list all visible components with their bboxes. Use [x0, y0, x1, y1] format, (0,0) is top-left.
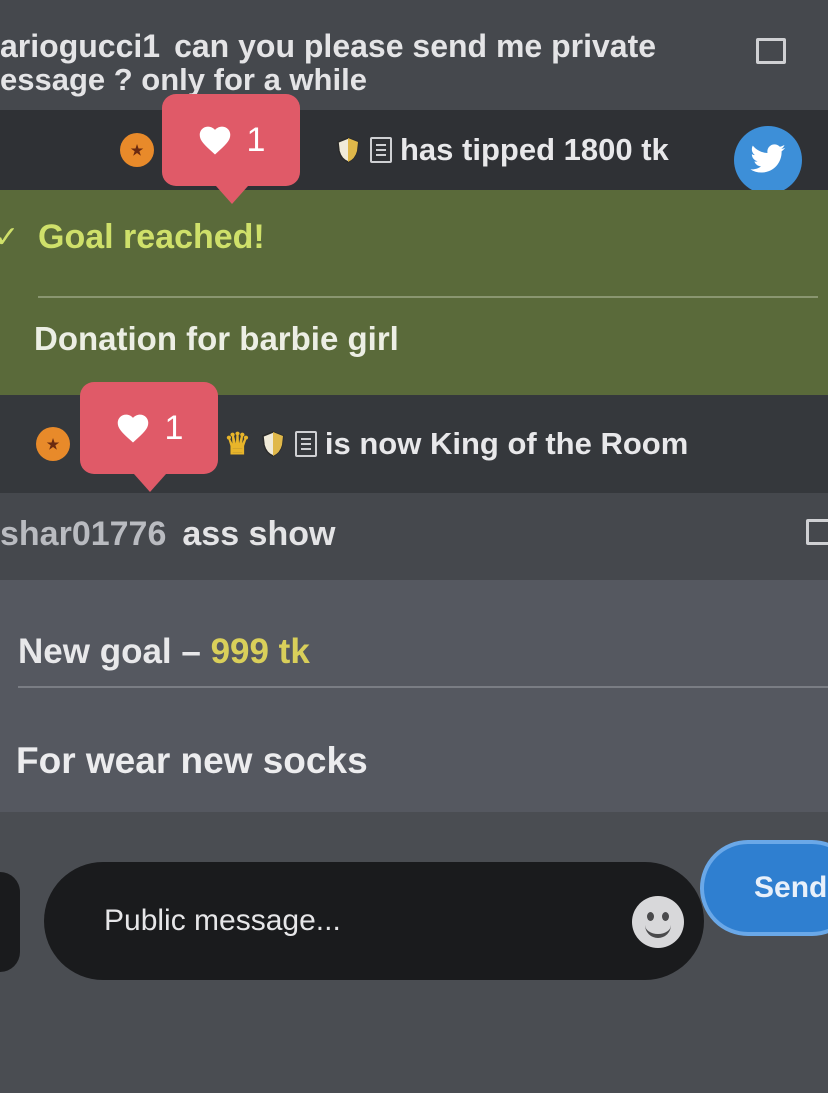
document-icon	[294, 431, 317, 457]
message-composer: Send	[0, 812, 828, 1093]
new-goal-title: New goal – 999 tk	[18, 632, 310, 672]
chat-message: ariogucci1 can you please send me private…	[0, 0, 828, 110]
heart-icon	[199, 126, 230, 155]
star-badge-icon: ★	[120, 133, 154, 167]
goal-reached-title: Goal reached!	[38, 218, 265, 256]
shield-icon	[336, 136, 360, 164]
like-count: 1	[246, 120, 266, 159]
goal-description: Donation for barbie girl	[34, 320, 399, 357]
new-goal-description: For wear new socks	[16, 740, 368, 781]
message-input[interactable]	[102, 898, 606, 944]
message-username[interactable]: shar01776	[0, 515, 166, 553]
new-goal-box: New goal – 999 tk For wear new socks	[0, 580, 828, 812]
star-badge-icon: ★	[36, 427, 70, 461]
goal-reached-box: ✓ Goal reached! Donation for barbie girl	[0, 190, 828, 395]
message-text-line-2: essage ? only for a while	[0, 62, 367, 97]
new-goal-amount: 999 tk	[210, 632, 310, 671]
twitter-icon[interactable]	[734, 126, 802, 194]
shield-icon	[261, 430, 285, 458]
like-count: 1	[164, 408, 184, 447]
divider	[18, 686, 828, 688]
king-text: is now King of the Room	[324, 426, 689, 461]
goal-icon: ✓	[0, 221, 20, 254]
send-button[interactable]: Send	[700, 840, 828, 936]
like-bubble[interactable]: 1	[162, 94, 300, 204]
flag-icon[interactable]	[806, 519, 828, 545]
like-bubble[interactable]: 1	[80, 382, 218, 492]
message-text-line-1: can you please send me private	[174, 28, 657, 64]
heart-icon	[117, 414, 148, 443]
composer-left-control[interactable]	[0, 872, 20, 972]
message-input-container[interactable]	[44, 862, 704, 980]
message-username[interactable]: ariogucci1	[0, 28, 160, 64]
flag-icon[interactable]	[756, 38, 786, 64]
message-line-1: ariogucci1 can you please send me private	[0, 28, 656, 65]
crown-icon: ♛	[224, 427, 251, 461]
new-goal-label: New goal –	[18, 632, 201, 671]
document-icon	[370, 137, 392, 163]
emoji-icon[interactable]	[632, 896, 684, 948]
message-line: shar01776 ass show	[0, 515, 335, 554]
tip-text: has tipped 1800 tk	[400, 132, 669, 167]
divider	[38, 296, 818, 298]
message-text: ass show	[182, 515, 336, 553]
tip-notification: ★ has tipped 1800 tk	[0, 110, 828, 194]
chat-message: shar01776 ass show	[0, 493, 828, 580]
